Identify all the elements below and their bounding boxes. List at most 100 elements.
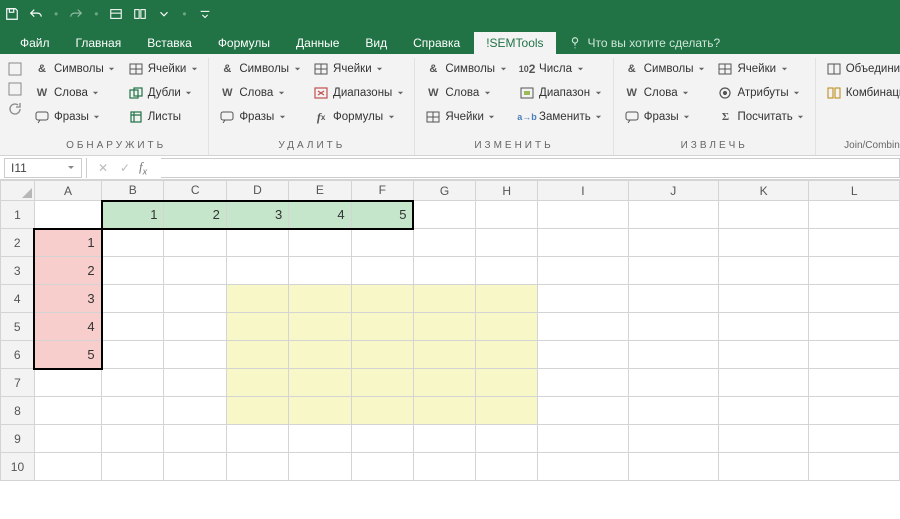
formula-input[interactable] [161, 158, 900, 178]
cell[interactable] [226, 397, 288, 425]
extract-cells-button[interactable]: Ячейки [713, 58, 808, 80]
checkbox-icon[interactable] [6, 80, 24, 98]
cell[interactable] [289, 257, 351, 285]
cell[interactable] [226, 229, 288, 257]
cell[interactable] [809, 369, 900, 397]
cell[interactable] [226, 285, 288, 313]
fx-icon[interactable]: fx [139, 159, 147, 177]
qa-tool1-icon[interactable] [108, 6, 124, 22]
cell[interactable] [538, 201, 628, 229]
cell[interactable] [102, 313, 164, 341]
join-merge-button[interactable]: Объединить [822, 58, 900, 80]
cell[interactable] [164, 453, 226, 481]
cell[interactable] [718, 341, 809, 369]
cell[interactable] [289, 425, 351, 453]
cell[interactable] [289, 369, 351, 397]
cell[interactable] [538, 369, 628, 397]
cell[interactable] [289, 453, 351, 481]
cell[interactable] [538, 341, 628, 369]
cell[interactable] [538, 229, 628, 257]
detect-cells-button[interactable]: Ячейки [124, 58, 203, 80]
delete-symbols-button[interactable]: &Символы [215, 58, 305, 80]
change-cells-button[interactable]: Ячейки [421, 106, 511, 128]
save-icon[interactable] [4, 6, 20, 22]
cell[interactable] [351, 341, 413, 369]
cell[interactable] [413, 341, 475, 369]
cell[interactable]: 4 [289, 201, 351, 229]
cell[interactable] [476, 453, 538, 481]
cell[interactable] [413, 201, 475, 229]
extract-count-button[interactable]: ΣПосчитать [713, 106, 808, 128]
cell[interactable]: 1 [34, 229, 101, 257]
cell[interactable] [102, 285, 164, 313]
column-header[interactable]: L [809, 181, 900, 201]
cell[interactable] [351, 453, 413, 481]
checkbox-icon[interactable] [6, 60, 24, 78]
cell[interactable] [351, 425, 413, 453]
cell[interactable] [538, 397, 628, 425]
cell[interactable]: 5 [34, 341, 101, 369]
cell[interactable]: 3 [34, 285, 101, 313]
delete-phrases-button[interactable]: Фразы [215, 106, 305, 128]
cell[interactable]: 5 [351, 201, 413, 229]
row-header[interactable]: 3 [1, 257, 35, 285]
cell[interactable] [102, 229, 164, 257]
cell[interactable] [413, 257, 475, 285]
cell[interactable] [628, 285, 718, 313]
cell[interactable] [809, 257, 900, 285]
cell[interactable]: 2 [34, 257, 101, 285]
cell[interactable] [809, 453, 900, 481]
extract-phrases-button[interactable]: Фразы [620, 106, 710, 128]
cell[interactable] [628, 201, 718, 229]
cell[interactable] [413, 453, 475, 481]
detect-symbols-button[interactable]: &Символы [30, 58, 120, 80]
cell[interactable] [718, 229, 809, 257]
row-header[interactable]: 8 [1, 397, 35, 425]
cell[interactable] [102, 425, 164, 453]
qa-dropdown-icon[interactable] [156, 6, 172, 22]
column-header[interactable]: A [34, 181, 101, 201]
cell[interactable] [102, 369, 164, 397]
cell[interactable] [809, 201, 900, 229]
row-header[interactable]: 5 [1, 313, 35, 341]
cell[interactable] [718, 425, 809, 453]
cell[interactable] [164, 341, 226, 369]
cell[interactable] [628, 425, 718, 453]
detect-duplicates-button[interactable]: Дубли [124, 82, 203, 104]
cell[interactable] [628, 257, 718, 285]
qa-customize-icon[interactable] [197, 6, 213, 22]
cell[interactable] [102, 397, 164, 425]
join-combos-button[interactable]: Комбинации [822, 82, 900, 104]
cell[interactable] [538, 257, 628, 285]
tab-data[interactable]: Данные [284, 32, 351, 54]
delete-formulas-button[interactable]: fxФормулы [309, 106, 408, 128]
cell[interactable] [718, 453, 809, 481]
row-header[interactable]: 10 [1, 453, 35, 481]
cell[interactable] [538, 425, 628, 453]
tab-formulas[interactable]: Формулы [206, 32, 282, 54]
cell[interactable] [34, 369, 101, 397]
column-header[interactable]: F [351, 181, 413, 201]
change-replace-button[interactable]: a→bЗаменить [515, 106, 607, 128]
cell[interactable] [628, 341, 718, 369]
cell[interactable]: 4 [34, 313, 101, 341]
cell[interactable] [538, 313, 628, 341]
cell[interactable] [164, 229, 226, 257]
detect-phrases-button[interactable]: Фразы [30, 106, 120, 128]
cell[interactable] [413, 229, 475, 257]
spreadsheet-grid[interactable]: ABCDEFGHIJKL112345213243546578910 [0, 180, 900, 519]
cell[interactable] [718, 285, 809, 313]
enter-icon[interactable]: ✓ [117, 160, 133, 176]
cell[interactable] [34, 453, 101, 481]
name-box[interactable]: I11 [4, 158, 82, 178]
change-symbols-button[interactable]: &Символы [421, 58, 511, 80]
change-range-button[interactable]: Диапазон [515, 82, 607, 104]
cell[interactable] [538, 453, 628, 481]
extract-attrs-button[interactable]: Атрибуты [713, 82, 808, 104]
cell[interactable] [718, 313, 809, 341]
cell[interactable] [809, 285, 900, 313]
cell[interactable] [476, 313, 538, 341]
column-header[interactable]: K [718, 181, 809, 201]
cell[interactable] [718, 201, 809, 229]
tab-insert[interactable]: Вставка [135, 32, 204, 54]
